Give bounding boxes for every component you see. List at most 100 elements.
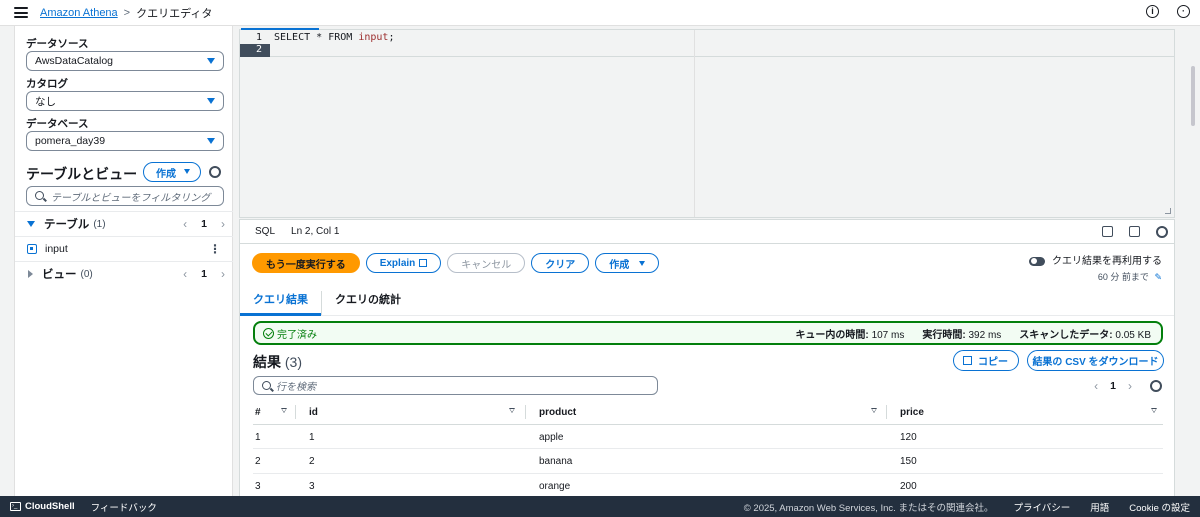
expand-icon[interactable] (28, 270, 33, 278)
table-item-input[interactable]: input ⋮ (15, 237, 233, 261)
cell-price: 120 (900, 431, 917, 443)
success-check-icon (263, 327, 274, 339)
cell-id: 1 (309, 431, 315, 443)
search-icon (262, 381, 271, 390)
code-identifier: input (358, 32, 389, 43)
format-query-icon[interactable] (1102, 226, 1113, 237)
cancel-button[interactable]: キャンセル (447, 253, 526, 273)
scanned-label: スキャンしたデータ: (1019, 329, 1113, 341)
left-panel: データソース AwsDataCatalog カタログ なし データベース pom… (14, 26, 233, 496)
table-header-row: # id product price (253, 400, 1163, 425)
column-divider[interactable] (886, 405, 887, 419)
copy-button[interactable]: コピー (953, 350, 1019, 371)
tables-pagination: ‹ 1 › (183, 217, 225, 231)
sql-code[interactable]: SELECT * FROM input; (274, 32, 394, 43)
tab-query-results[interactable]: クエリ結果 (240, 291, 321, 316)
breadcrumb-athena-link[interactable]: Amazon Athena (40, 7, 118, 19)
chevron-right-icon[interactable]: › (221, 217, 225, 231)
search-icon (35, 191, 44, 200)
cell-index: 2 (255, 456, 261, 467)
chevron-left-icon[interactable]: ‹ (183, 217, 187, 231)
scrollbar-thumb[interactable] (1191, 66, 1195, 126)
column-divider[interactable] (295, 405, 296, 419)
feedback-link[interactable]: フィードバック (91, 500, 157, 514)
views-section-header[interactable]: ビュー (0) ‹ 1 › (15, 262, 233, 286)
terms-link[interactable]: 用語 (1090, 500, 1109, 514)
caret-down-icon (639, 260, 646, 266)
database-select[interactable]: pomera_day39 (26, 131, 224, 151)
rerun-button[interactable]: もう一度実行する (252, 253, 360, 273)
views-page[interactable]: 1 (201, 268, 207, 280)
cell-index: 1 (255, 431, 261, 443)
results-heading: 結果 (3) (253, 352, 302, 372)
create-table-button[interactable]: 作成 (143, 162, 201, 182)
clear-button[interactable]: クリア (531, 253, 590, 273)
views-count: (0) (80, 268, 93, 280)
results-panel: もう一度実行する Explain キャンセル クリア 作成 クエリ結果を再利用す… (239, 244, 1175, 496)
expand-icon[interactable] (27, 221, 35, 227)
edit-icon[interactable]: ✎ (1154, 272, 1162, 283)
cloudshell-icon[interactable]: ›_ (10, 502, 21, 511)
table-filter-placeholder: テーブルとビューをフィルタリング (51, 192, 211, 204)
table-filter-input[interactable]: テーブルとビューをフィルタリング (26, 186, 224, 206)
menu-icon[interactable] (14, 7, 28, 18)
cell-product: banana (539, 456, 573, 467)
chevron-left-icon[interactable]: ‹ (1094, 379, 1098, 393)
column-header[interactable]: product (539, 407, 576, 418)
cloudshell-link[interactable]: CloudShell (25, 501, 75, 512)
download-csv-button[interactable]: 結果の CSV をダウンロード (1027, 350, 1164, 371)
cookie-settings-link[interactable]: Cookie の設定 (1129, 500, 1190, 514)
tables-page[interactable]: 1 (201, 218, 207, 230)
explain-button[interactable]: Explain (365, 253, 442, 273)
resize-handle-icon[interactable] (1165, 208, 1171, 214)
queue-time-value: 107 ms (871, 329, 905, 341)
sort-icon[interactable] (1151, 408, 1157, 413)
chevron-right-icon[interactable]: › (221, 267, 225, 281)
sort-icon[interactable] (281, 408, 287, 413)
copyright-text: © 2025, Amazon Web Services, Inc. またはその関… (743, 502, 994, 514)
datasource-select[interactable]: AwsDataCatalog (26, 51, 224, 71)
column-header[interactable]: id (309, 407, 318, 418)
gear-icon[interactable] (1150, 380, 1162, 392)
breadcrumb-separator: > (123, 6, 131, 19)
more-options-icon[interactable]: ⋮ (209, 242, 221, 256)
reuse-results-setting: クエリ結果を再利用する 60 分 前まで ✎ (1029, 252, 1162, 283)
sql-editor[interactable]: 1 2 SELECT * FROM input; (239, 28, 1175, 218)
top-navigation: Amazon Athena > クエリエディタ i · (0, 0, 1200, 26)
page-scrollbar[interactable] (1186, 26, 1200, 496)
column-header[interactable]: # (255, 407, 261, 418)
reuse-results-toggle[interactable] (1029, 256, 1046, 266)
tab-query-stats[interactable]: クエリの統計 (321, 291, 414, 315)
editor-status-bar: SQL Ln 2, Col 1 (239, 219, 1175, 244)
cell-id: 3 (309, 480, 315, 492)
table-item-label[interactable]: input (45, 243, 68, 255)
table-row: 3 3 orange 200 (253, 474, 1163, 499)
caret-down-icon (207, 58, 215, 64)
privacy-link[interactable]: プライバシー (1013, 500, 1070, 514)
chevron-left-icon[interactable]: ‹ (183, 267, 187, 281)
tables-title: テーブル (44, 219, 90, 231)
gear-icon[interactable] (1156, 226, 1168, 238)
explain-label: Explain (379, 257, 416, 269)
row-search-input[interactable]: 行を検索 (253, 376, 658, 395)
copy-label: コピー (978, 357, 1008, 368)
create-button-label: 作成 (156, 168, 176, 180)
sort-icon[interactable] (509, 408, 515, 413)
status-alert: 完了済み キュー内の時間: 107 ms 実行時間: 392 ms スキャンした… (253, 321, 1163, 345)
tables-section-header[interactable]: テーブル (1) ‹ 1 › (15, 212, 233, 236)
catalog-select[interactable]: なし (26, 91, 224, 111)
results-page[interactable]: 1 (1110, 380, 1116, 392)
catalog-value: なし (35, 95, 56, 108)
sort-icon[interactable] (871, 408, 877, 413)
print-margin (694, 30, 695, 217)
create-menu-button[interactable]: 作成 (595, 253, 660, 273)
gear-icon[interactable] (209, 166, 221, 178)
table-icon[interactable] (27, 244, 37, 254)
settings-icon[interactable]: · (1177, 5, 1190, 18)
breadcrumb-current: クエリエディタ (136, 7, 213, 20)
column-header[interactable]: price (900, 407, 924, 418)
chevron-right-icon[interactable]: › (1128, 379, 1132, 393)
column-divider[interactable] (525, 405, 526, 419)
keyboard-shortcuts-icon[interactable] (1129, 226, 1140, 237)
info-icon[interactable]: i (1146, 5, 1159, 18)
